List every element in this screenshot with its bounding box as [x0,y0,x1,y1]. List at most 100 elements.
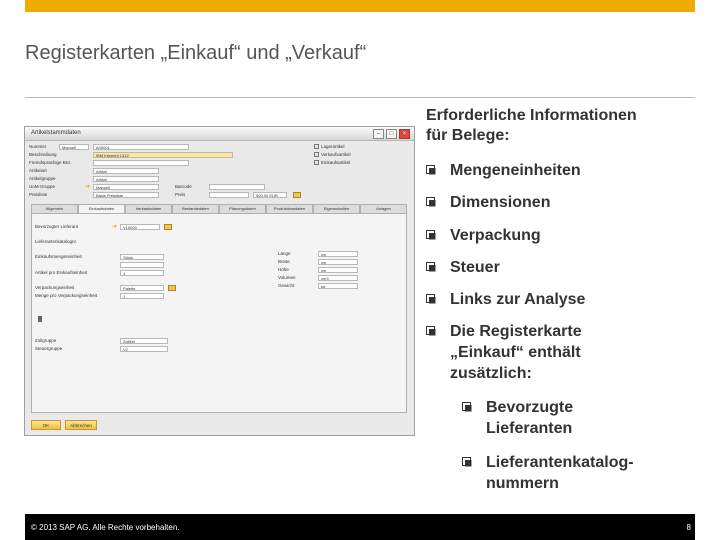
tab-attachments[interactable]: Anlagen [360,204,407,213]
tab-planning[interactable]: Planungsdaten [219,204,266,213]
price-label: Preis [175,192,186,197]
barcode-field[interactable] [209,184,265,190]
maximize-icon[interactable]: □ [386,129,397,139]
width-field[interactable]: cm [318,259,358,265]
window-titlebar: Artikelstammdaten – □ × [25,127,414,141]
price-list-label: Preisliste [29,192,48,197]
description-label: Beschreibung [29,152,57,157]
sales-item-label: Verkaufsartikel [321,152,351,157]
uom-group-label: UoM-Gruppe [29,184,56,189]
checkbox-bullet-icon [426,165,436,175]
checkbox-bullet-icon [426,197,436,207]
qty-per-package-label: Menge pro Verpackungseinheit [35,293,98,298]
customs-group-select[interactable]: Zollfrei [120,338,168,344]
height-label: Höhe [278,267,289,272]
price-list-select[interactable]: Basis Preisliste [93,192,159,198]
purchase-item-label: Einkaufsartikel [321,160,351,165]
sub-bullet-preferred-vendors: Bevorzugte Lieferanten [462,397,573,439]
weight-field[interactable]: kg [318,283,358,289]
checkbox-bullet-icon [462,457,472,467]
checkbox-bullet-icon [426,294,436,304]
item-number-field[interactable]: A00001 [93,144,189,150]
packaging-lookup-button[interactable] [168,285,176,291]
footer-bar: © 2013 SAP AG. Alle Rechte vorbehalten. … [25,514,695,540]
bullet-dimensions: Dimensionen [426,192,550,213]
tab-bar: Allgemein Einkaufsdaten Verkaufsdaten Be… [31,204,407,213]
tax-group-select[interactable]: V2 [120,346,168,352]
series-select[interactable]: Manuell [59,144,89,150]
item-group-select[interactable]: Artikel [93,176,159,182]
sub-bullet-catalog-numbers: Lieferantenkatalog- nummern [462,452,634,494]
vendor-lookup-button[interactable] [164,224,172,230]
items-per-unit-label: Artikel pro Einkaufseinheit [35,270,88,275]
number-label: Nummer [29,144,47,149]
picture-icon[interactable] [38,316,42,322]
item-master-window: Artikelstammdaten – □ × Nummer Manuell A… [24,126,415,436]
item-type-label: Artikelart [29,168,47,173]
link-arrow-icon[interactable]: ➜ [112,224,117,230]
length-field[interactable]: cm [318,251,358,257]
item-type-select[interactable]: Artikel [93,168,159,174]
foreign-name-label: Fremdsprachige Bez. [29,160,72,165]
title-divider [25,97,695,98]
volume-label: Volumen [278,275,296,280]
tab-purchasing[interactable]: Einkaufsdaten [78,204,125,213]
info-heading-line2: für Belege: [426,127,510,144]
weight-label: Gewicht [278,283,295,288]
purchase-item-checkbox[interactable]: ✓ [314,160,319,165]
tab-inventory[interactable]: Bestandsdaten [172,204,219,213]
price-field[interactable]: 500,00 EUR [253,192,287,198]
bullet-packaging: Verpackung [426,225,541,246]
description-field[interactable]: IBM Infoprint 1312 [93,152,233,158]
checkbox-bullet-icon [462,402,472,412]
packaging-uom-label: Verpackungseinheit [35,285,75,290]
volume-field[interactable]: cm3 [318,275,358,281]
info-heading: Erforderliche Informationen für Belege: [426,106,637,146]
accent-bar [25,0,695,12]
sales-item-checkbox[interactable]: ✓ [314,152,319,157]
tab-production[interactable]: Produktionsdaten [266,204,313,213]
tab-properties[interactable]: Eigenschaften [313,204,360,213]
checkbox-bullet-icon [426,326,436,336]
tab-sales[interactable]: Verkaufsdaten [125,204,172,213]
price-currency-field[interactable] [209,192,249,198]
catalog-number-label: Lieferantenkatalognr. [35,239,78,244]
barcode-label: Barcode [175,184,192,189]
bullet-tax: Steuer [426,257,500,278]
inventory-item-checkbox[interactable]: ✓ [314,144,319,149]
preferred-vendor-label: Bevorzugter Lieferant [35,224,79,229]
price-lookup-button[interactable] [293,192,301,198]
packaging-uom-field[interactable]: Palette [120,285,164,291]
bullet-purchasing-tab: Die Registerkarte „Einkauf“ enthält zusä… [426,321,582,384]
width-label: Breite [278,259,290,264]
height-field[interactable]: cm [318,267,358,273]
bullet-links: Links zur Analyse [426,289,585,310]
tax-group-label: Steuergruppe [35,346,63,351]
checkbox-bullet-icon [426,262,436,272]
checkbox-bullet-icon [426,230,436,240]
ok-button[interactable]: OK [31,420,61,430]
close-icon[interactable]: × [399,129,410,139]
purchasing-uom-field[interactable]: Stück [120,254,164,260]
bullet-uom: Mengeneinheiten [426,160,581,181]
items-per-unit-field[interactable]: 1 [120,270,164,276]
customs-group-label: Zollgruppe [35,338,57,343]
purchasing-tab-panel: Bevorzugter Lieferant ➜ V10000 Lieferant… [31,213,407,413]
tab-general[interactable]: Allgemein [31,204,78,213]
page-number: 8 [686,523,691,532]
foreign-name-field[interactable] [93,160,189,166]
qty-per-package-field[interactable]: 1 [120,293,164,299]
cancel-button[interactable]: Abbrechen [65,420,97,430]
purchasing-uom-name-field[interactable] [120,262,164,268]
preferred-vendor-field[interactable]: V10000 [120,224,160,230]
uom-group-select[interactable]: Manuell [93,184,159,190]
slide-title: Registerkarten „Einkauf“ und „Verkauf“ [25,42,367,64]
window-title: Artikelstammdaten [31,130,81,136]
item-group-label: Artikelgruppe [29,176,56,181]
link-arrow-icon[interactable]: ➜ [85,184,90,190]
info-heading-line1: Erforderliche Informationen [426,107,637,124]
purchasing-uom-label: Einkaufsmengeneinheit [35,254,82,259]
minimize-icon[interactable]: – [373,129,384,139]
inventory-item-label: Lagerartikel [321,144,345,149]
copyright-text: © 2013 SAP AG. Alle Rechte vorbehalten. [31,523,180,532]
